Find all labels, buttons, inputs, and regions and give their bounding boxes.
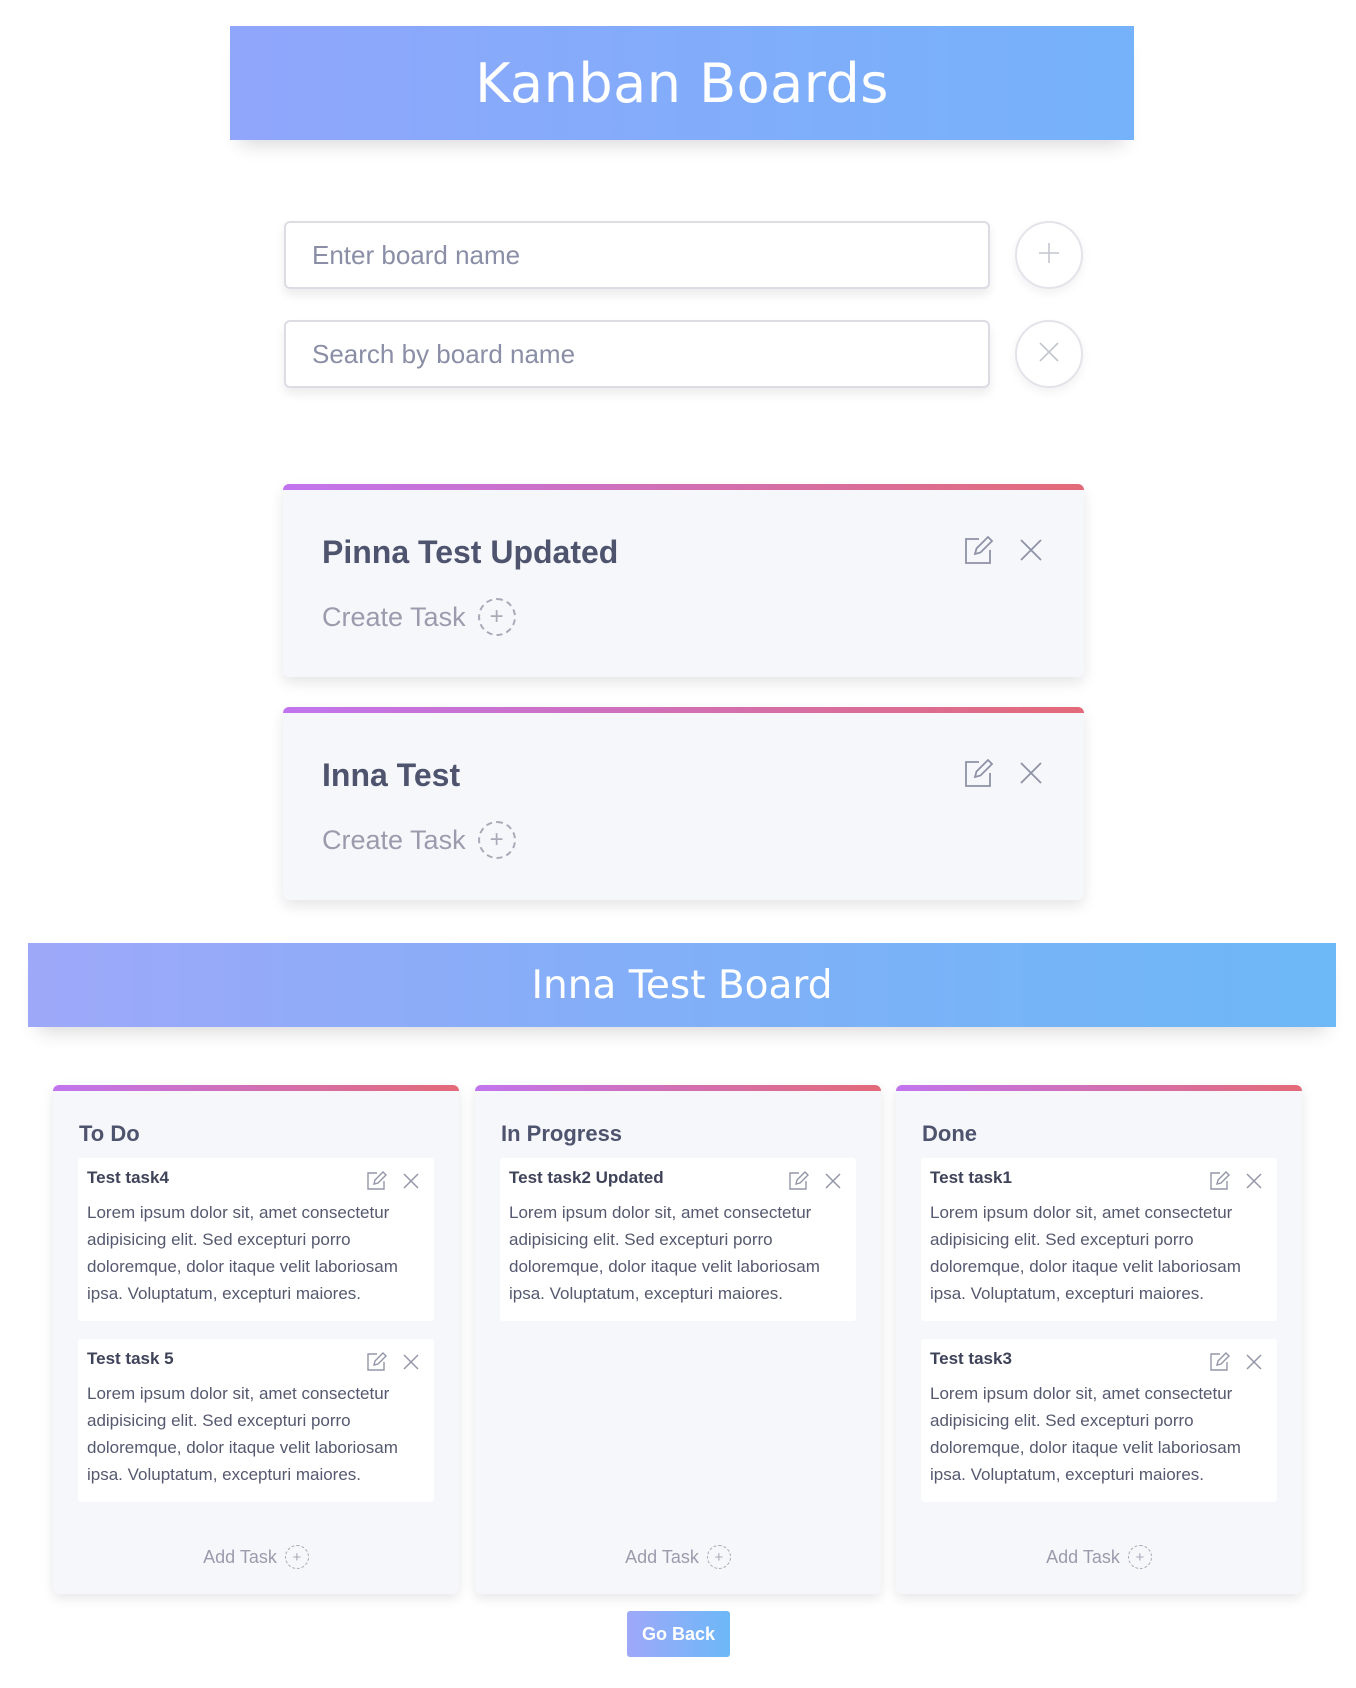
plus-icon: +: [706, 1545, 731, 1569]
close-icon: [1038, 341, 1060, 368]
edit-icon[interactable]: [365, 1351, 387, 1373]
edit-icon[interactable]: [962, 757, 994, 789]
board-title: Pinna Test Updated: [322, 534, 619, 570]
search-input[interactable]: [284, 320, 990, 388]
edit-icon[interactable]: [365, 1170, 387, 1192]
main-header: Kanban Boards: [230, 26, 1134, 140]
task-card[interactable]: Test task4 Lorem ipsum dolor sit, amet c…: [78, 1158, 434, 1321]
plus-icon: +: [1127, 1545, 1152, 1569]
board-view-title: Inna Test Board: [531, 962, 833, 1008]
task-card[interactable]: Test task1 Lorem ipsum dolor sit, amet c…: [921, 1158, 1277, 1321]
create-task-label: Create Task: [322, 824, 466, 855]
task-description: Lorem ipsum dolor sit, amet consectetur …: [509, 1203, 820, 1303]
board-title: Inna Test: [322, 757, 461, 793]
task-actions: [1208, 1351, 1263, 1373]
delete-board-icon[interactable]: [1018, 760, 1044, 786]
plus-icon: +: [477, 598, 516, 636]
delete-task-icon[interactable]: [1245, 1353, 1263, 1371]
plus-icon: [1037, 241, 1061, 270]
delete-task-icon[interactable]: [402, 1172, 420, 1190]
add-task-label: Add Task: [1046, 1546, 1120, 1567]
column-in-progress: In Progress Test task2 Updated Lorem ips…: [475, 1085, 881, 1594]
plus-icon: +: [477, 821, 516, 859]
delete-task-icon[interactable]: [824, 1172, 842, 1190]
task-actions: [365, 1170, 420, 1192]
create-task-link[interactable]: Create Task +: [322, 821, 516, 859]
add-task-button[interactable]: Add Task +: [475, 1545, 881, 1569]
task-card[interactable]: Test task 5 Lorem ipsum dolor sit, amet …: [78, 1339, 434, 1502]
search-board-row: [284, 320, 1084, 388]
add-task-label: Add Task: [625, 1546, 699, 1567]
task-actions: [1208, 1170, 1263, 1192]
page-title: Kanban Boards: [475, 51, 889, 115]
delete-task-icon[interactable]: [402, 1353, 420, 1371]
task-card[interactable]: Test task3 Lorem ipsum dolor sit, amet c…: [921, 1339, 1277, 1502]
add-board-button[interactable]: [1015, 221, 1083, 289]
board-name-input[interactable]: [284, 221, 990, 289]
task-card[interactable]: Test task2 Updated Lorem ipsum dolor sit…: [500, 1158, 856, 1321]
task-actions: [365, 1351, 420, 1373]
board-card[interactable]: Pinna Test Updated Create Task +: [283, 484, 1084, 677]
board-actions: [962, 757, 1044, 789]
add-task-button[interactable]: Add Task +: [53, 1545, 459, 1569]
go-back-button[interactable]: Go Back: [627, 1611, 730, 1657]
task-description: Lorem ipsum dolor sit, amet consectetur …: [930, 1203, 1241, 1303]
column-title: To Do: [79, 1121, 140, 1146]
task-description: Lorem ipsum dolor sit, amet consectetur …: [87, 1203, 398, 1303]
task-description: Lorem ipsum dolor sit, amet consectetur …: [87, 1384, 398, 1484]
plus-icon: +: [284, 1545, 309, 1569]
column-title: In Progress: [501, 1121, 623, 1146]
task-actions: [787, 1170, 842, 1192]
create-task-link[interactable]: Create Task +: [322, 598, 516, 636]
board-view-header: Inna Test Board: [28, 943, 1336, 1027]
column-title: Done: [922, 1121, 977, 1146]
create-task-label: Create Task: [322, 601, 466, 632]
task-description: Lorem ipsum dolor sit, amet consectetur …: [930, 1384, 1241, 1484]
column-to-do: To Do Test task4 Lorem ipsum dolor sit, …: [53, 1085, 459, 1594]
edit-icon[interactable]: [1208, 1170, 1230, 1192]
edit-icon[interactable]: [1208, 1351, 1230, 1373]
board-card[interactable]: Inna Test Create Task +: [283, 707, 1084, 900]
column-done: Done Test task1 Lorem ipsum dolor sit, a…: [896, 1085, 1302, 1594]
clear-search-button[interactable]: [1015, 320, 1083, 388]
delete-board-icon[interactable]: [1018, 537, 1044, 563]
add-board-row: [284, 221, 1084, 289]
add-task-button[interactable]: Add Task +: [896, 1545, 1302, 1569]
board-actions: [962, 534, 1044, 566]
add-task-label: Add Task: [203, 1546, 277, 1567]
edit-icon[interactable]: [962, 534, 994, 566]
edit-icon[interactable]: [787, 1170, 809, 1192]
delete-task-icon[interactable]: [1245, 1172, 1263, 1190]
